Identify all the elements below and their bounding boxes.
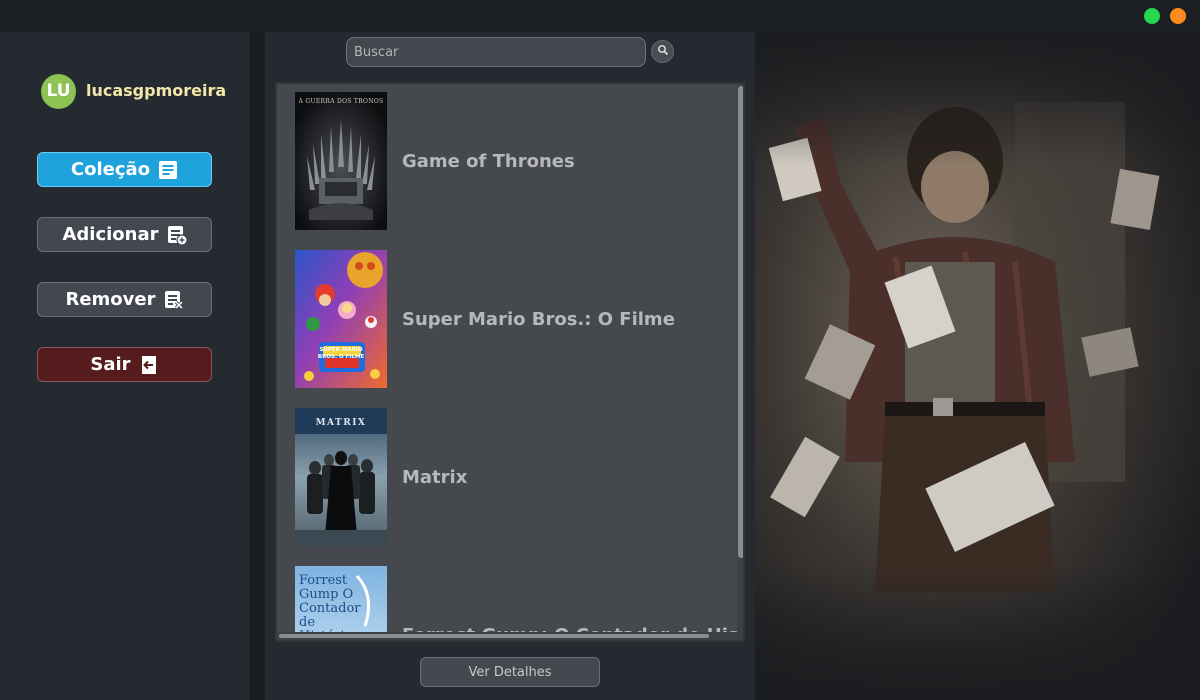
exit-icon: [139, 355, 159, 375]
avatar: LU: [41, 74, 76, 109]
background-image: [755, 32, 1200, 700]
list-item-super-mario[interactable]: SUPER MARIO BROS. O FILME Super Mario Br…: [295, 250, 725, 388]
add-button-label: Adicionar: [62, 224, 159, 245]
poster-text: MATRIX: [315, 418, 367, 428]
minimize-button[interactable]: [1170, 8, 1186, 24]
remove-from-list-icon: [164, 290, 184, 310]
search-input[interactable]: [346, 37, 646, 67]
add-to-list-icon: [167, 225, 187, 245]
remove-button[interactable]: Remover: [37, 282, 212, 317]
list-item-forrest-gump[interactable]: Forrest Gump O Contador de Histórias For…: [295, 566, 743, 640]
poster-text: A GUERRA DOS TRONOS: [298, 98, 384, 105]
collection-button-label: Coleção: [70, 159, 151, 180]
search-button[interactable]: [651, 40, 674, 63]
username: lucasgpmoreira: [86, 81, 227, 100]
poster-image: A GUERRA DOS TRONOS: [295, 92, 387, 230]
list-item-game-of-thrones[interactable]: A GUERRA DOS TRONOS Game of Thrones: [295, 92, 725, 230]
remove-button-label: Remover: [65, 289, 156, 310]
search-icon: [657, 43, 669, 61]
item-title: Game of Thrones: [402, 150, 575, 172]
sidebar: LU lucasgpmoreira Coleção Adicionar Remo…: [0, 32, 250, 700]
poster-image: MATRIX: [295, 408, 387, 546]
item-title: Super Mario Bros.: O Filme: [402, 308, 675, 330]
exit-button[interactable]: Sair: [37, 347, 212, 382]
collection-button[interactable]: Coleção: [37, 152, 212, 187]
exit-button-label: Sair: [90, 354, 131, 375]
maximize-button[interactable]: [1144, 8, 1160, 24]
list-item-matrix[interactable]: MATRIX Matrix: [295, 408, 725, 546]
add-button[interactable]: Adicionar: [37, 217, 212, 252]
horizontal-scrollbar[interactable]: [277, 632, 737, 640]
poster-text: SUPER MARIO BROS. O FILME: [317, 347, 365, 360]
collection-list-icon: [158, 160, 178, 180]
collection-list[interactable]: A GUERRA DOS TRONOS Game of Thrones SUPE…: [275, 82, 745, 642]
horizontal-scroll-thumb[interactable]: [279, 634, 709, 638]
poster-image: Forrest Gump O Contador de Histórias: [295, 566, 387, 640]
item-title: Matrix: [402, 466, 468, 488]
vertical-scrollbar[interactable]: [737, 84, 743, 640]
view-details-button[interactable]: Ver Detalhes: [420, 657, 600, 687]
vertical-scroll-thumb[interactable]: [738, 86, 743, 558]
collection-panel: A GUERRA DOS TRONOS Game of Thrones: [265, 32, 755, 700]
title-bar: [0, 0, 1200, 32]
poster-image: SUPER MARIO BROS. O FILME: [295, 250, 387, 388]
